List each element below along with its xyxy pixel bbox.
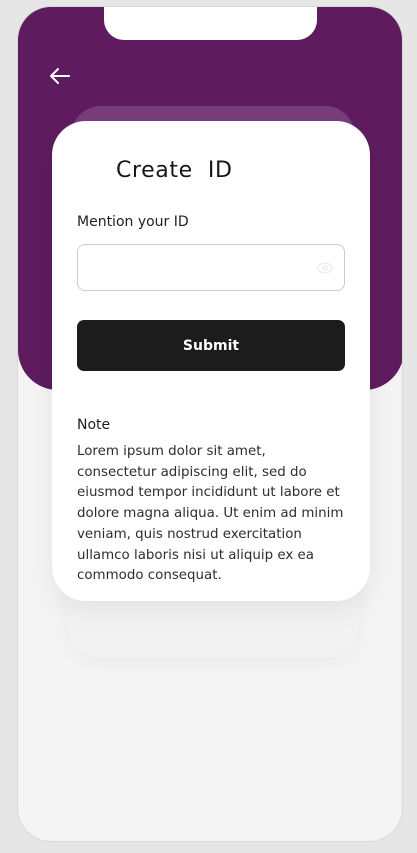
id-input-wrapper (77, 244, 345, 291)
eye-icon[interactable] (316, 261, 334, 275)
note-text: Lorem ipsum dolor sit amet, consectetur … (77, 444, 344, 584)
page-title: Create ID (116, 158, 233, 183)
phone-frame: Create ID Mention your ID Submit Note Lo… (17, 6, 403, 842)
id-input[interactable] (78, 245, 344, 290)
submit-button[interactable]: Submit (77, 320, 345, 371)
device-notch (104, 7, 317, 40)
id-field-label: Mention your ID (77, 214, 189, 230)
arrow-left-icon (50, 68, 70, 84)
note-heading: Note (77, 417, 111, 433)
create-id-card: Create ID Mention your ID Submit Note Lo… (52, 121, 370, 601)
back-button[interactable] (48, 65, 72, 87)
screen-canvas: Create ID Mention your ID Submit Note Lo… (0, 0, 417, 853)
